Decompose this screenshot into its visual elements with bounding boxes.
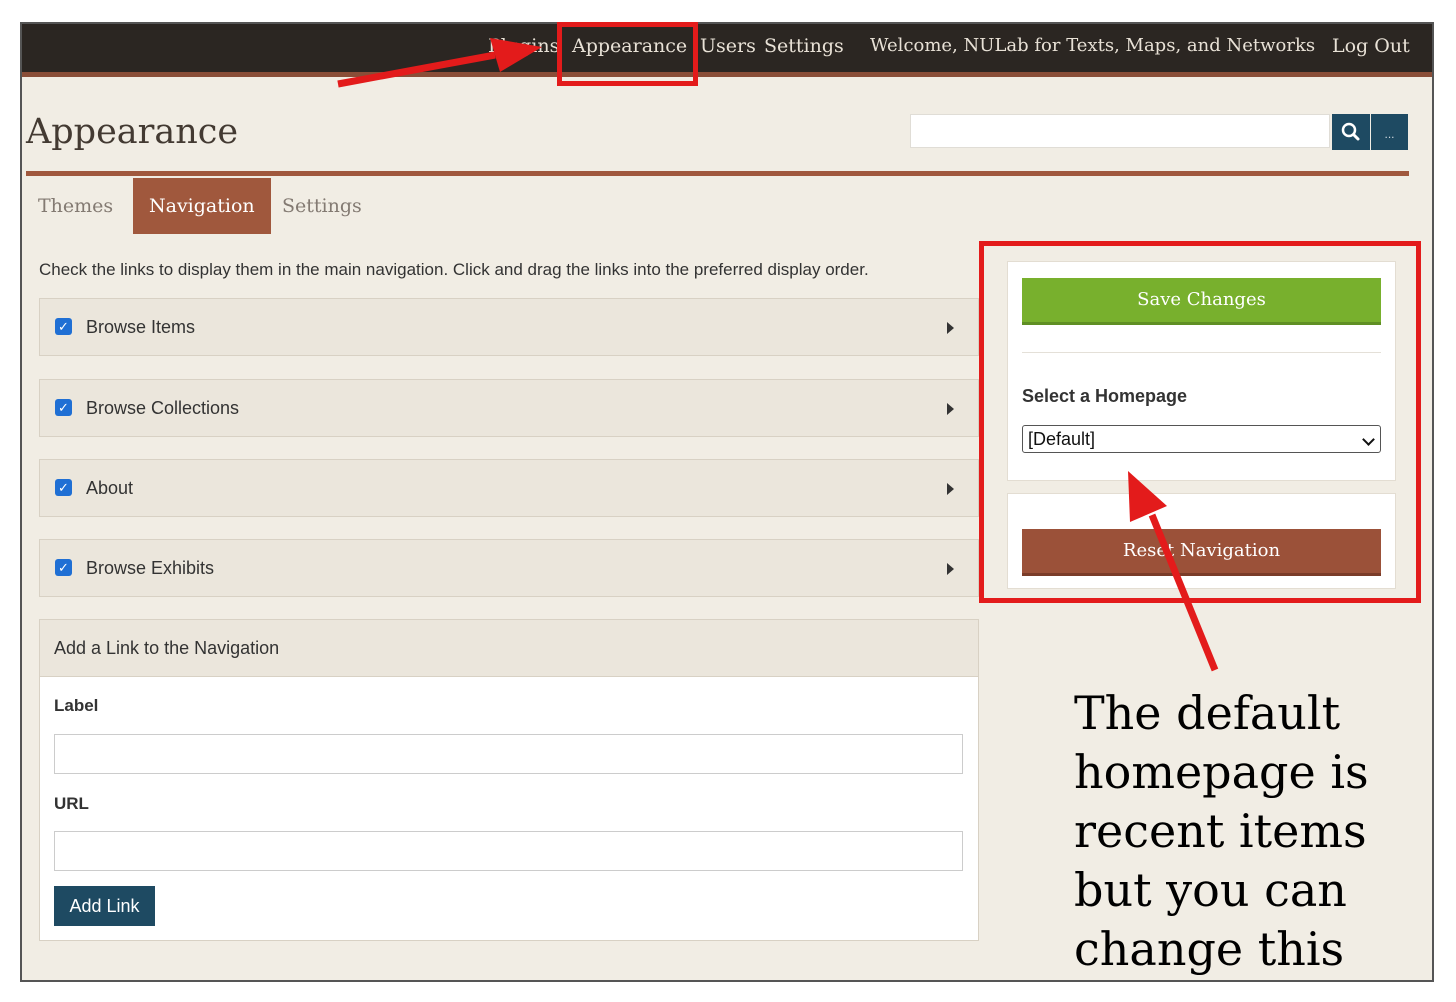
arrowhead-appearance xyxy=(490,38,542,72)
arrow-to-appearance xyxy=(337,51,496,88)
arrowhead-homepage xyxy=(1128,471,1167,522)
annotation-arrows xyxy=(337,38,1219,672)
arrow-to-homepage-select xyxy=(1148,513,1219,672)
